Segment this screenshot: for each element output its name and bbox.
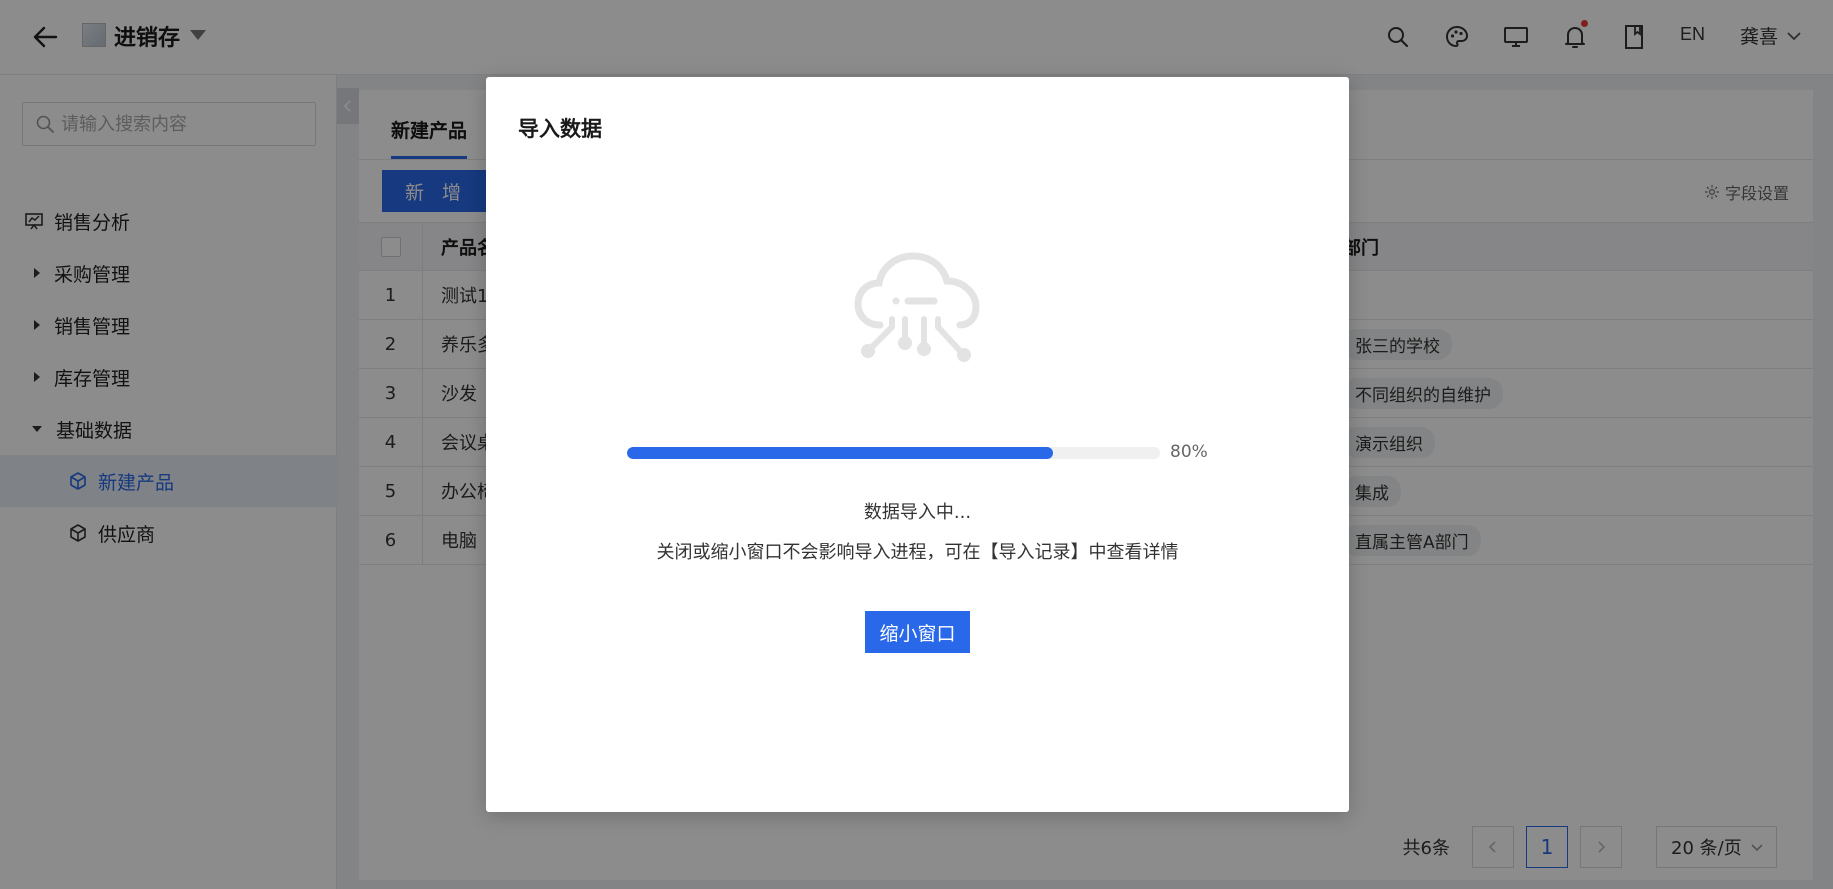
import-progress-label: 80% — [1170, 442, 1208, 462]
modal-title: 导入数据 — [518, 117, 602, 141]
import-progress-bar — [627, 447, 1160, 459]
cloud-upload-icon — [854, 252, 980, 362]
import-progress-fill — [627, 447, 1054, 459]
app-root: 进销存 EN 龚喜 销售分析 — [0, 0, 1833, 889]
import-data-modal: 导入数据 80% 数据导入中... 关闭或缩小窗口不会影响导入进程，可在【导入记… — [486, 77, 1349, 812]
import-status-text: 数据导入中... — [863, 502, 972, 523]
minimize-window-button[interactable]: 缩小窗口 — [865, 611, 970, 653]
import-hint-text: 关闭或缩小窗口不会影响导入进程，可在【导入记录】中查看详情 — [656, 542, 1179, 563]
